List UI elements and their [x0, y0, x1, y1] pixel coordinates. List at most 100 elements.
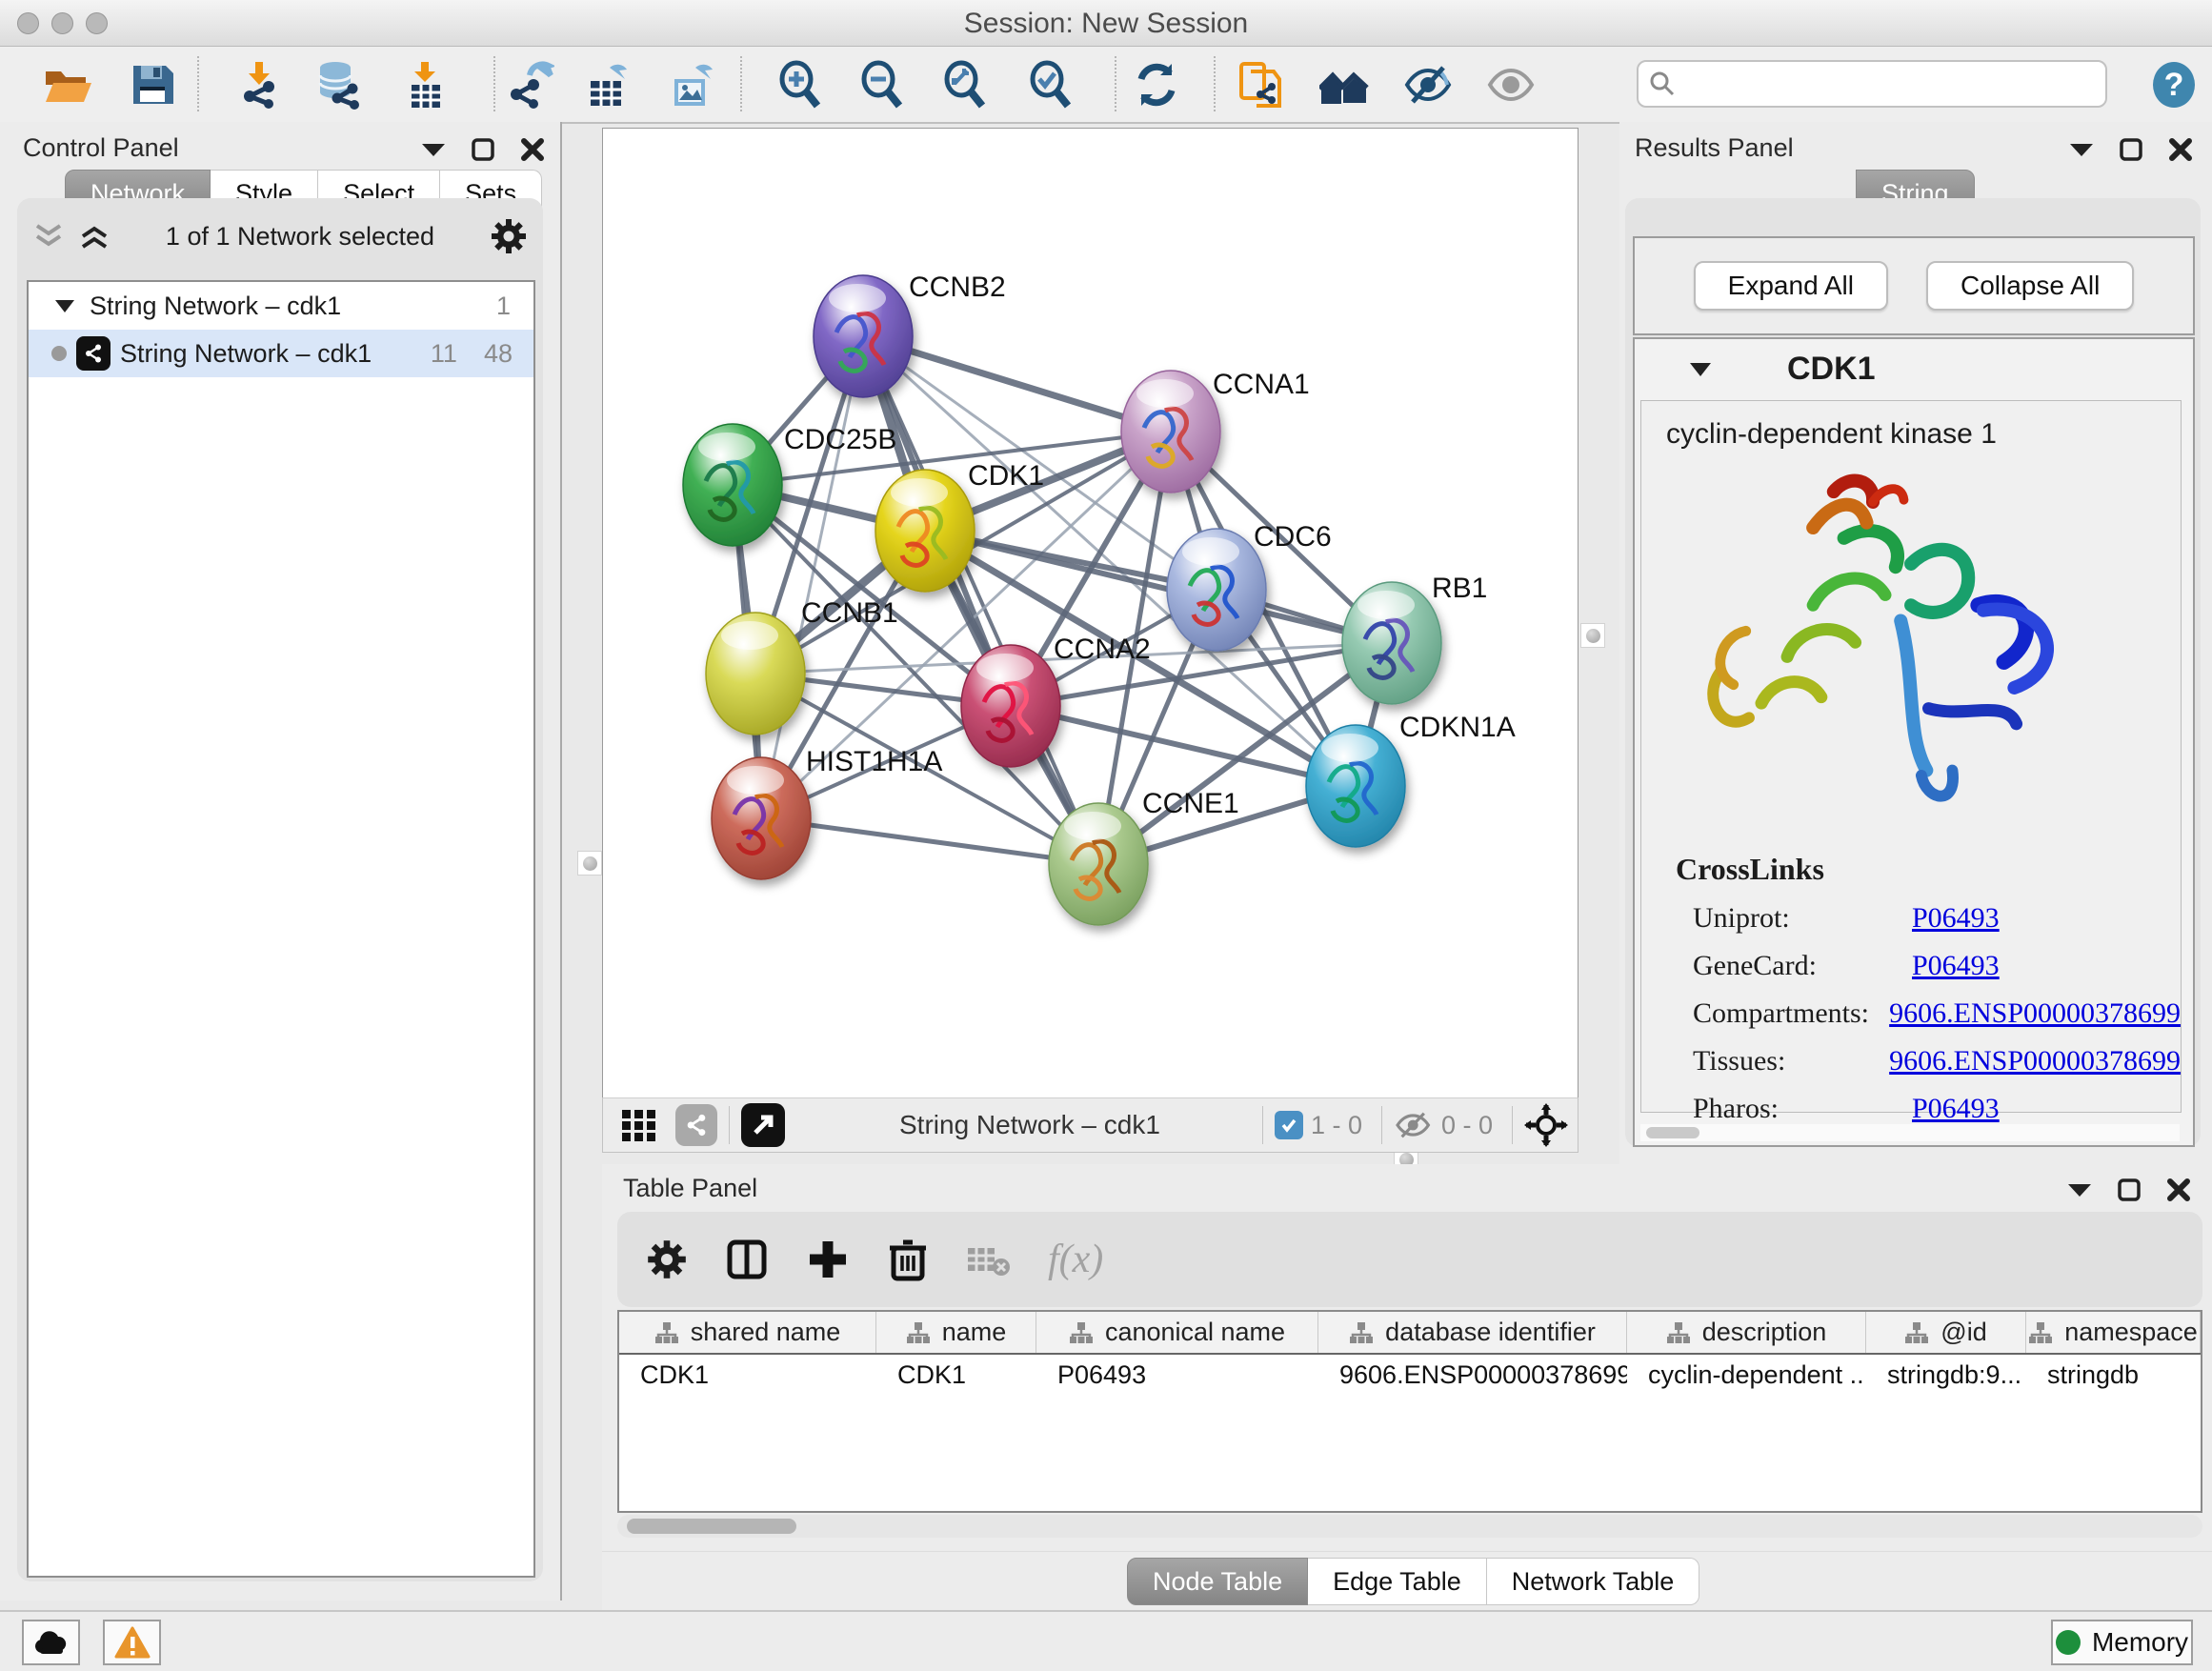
- network-edge-CCNA2-CDKN1A[interactable]: [1011, 706, 1356, 786]
- crosslink-link[interactable]: P06493: [1912, 1093, 2000, 1125]
- show-columns-icon[interactable]: [724, 1237, 770, 1282]
- float-panel-icon[interactable]: [2067, 1181, 2092, 1198]
- crosslink-row: Uniprot:P06493: [1676, 902, 2181, 935]
- selected-checkbox-icon[interactable]: [1275, 1111, 1303, 1139]
- table-cell[interactable]: P06493: [1036, 1355, 1318, 1395]
- maximize-panel-icon[interactable]: [2117, 1178, 2142, 1202]
- import-table-file-icon[interactable]: [400, 60, 450, 110]
- section-expanded-icon[interactable]: [1688, 359, 1713, 378]
- crosslink-link[interactable]: 9606.ENSP00000378699: [1889, 997, 2181, 1030]
- title-bar[interactable]: Session: New Session: [0, 0, 2212, 47]
- network-node-HIST1H1A[interactable]: HIST1H1A: [712, 746, 942, 879]
- close-panel-icon[interactable]: [2168, 137, 2193, 162]
- maximize-panel-icon[interactable]: [2119, 137, 2143, 162]
- expand-all-button[interactable]: Expand All: [1694, 261, 1888, 311]
- crosslink-link[interactable]: P06493: [1912, 902, 2000, 935]
- help-icon[interactable]: ?: [2149, 60, 2199, 110]
- network-node-CCNE1[interactable]: CCNE1: [1049, 788, 1239, 925]
- table-cell[interactable]: stringdb: [2026, 1355, 2201, 1395]
- network-node-RB1[interactable]: RB1: [1342, 573, 1487, 704]
- network-row[interactable]: String Network – cdk1 11 48: [29, 330, 533, 377]
- memory-label: Memory: [2092, 1627, 2188, 1658]
- string-view-icon[interactable]: [675, 1104, 717, 1146]
- create-column-icon[interactable]: [806, 1238, 850, 1281]
- network-canvas[interactable]: CCNB2CCNA1CDC25BCDK1CDC6RB1CCNB1CCNA2CDK…: [602, 128, 1579, 1099]
- open-session-icon[interactable]: [42, 60, 91, 110]
- network-node-CDKN1A[interactable]: CDKN1A: [1306, 712, 1516, 847]
- left-splitter-handle[interactable]: [577, 851, 602, 876]
- column-header-namespace[interactable]: namespace: [2026, 1312, 2201, 1353]
- column-header--id[interactable]: @id: [1866, 1312, 2026, 1353]
- network-node-CDK1[interactable]: CDK1: [875, 460, 1044, 592]
- zoom-out-icon[interactable]: [857, 60, 907, 110]
- birds-eye-view-icon[interactable]: [741, 1103, 785, 1147]
- export-table-icon[interactable]: [583, 60, 633, 110]
- table-cell[interactable]: CDK1: [876, 1355, 1036, 1395]
- zoom-in-icon[interactable]: [775, 60, 825, 110]
- column-header-description[interactable]: description: [1627, 1312, 1866, 1353]
- refresh-icon[interactable]: [1132, 60, 1181, 110]
- gene-name: CDK1: [1787, 351, 1876, 388]
- import-network-file-icon[interactable]: [234, 60, 284, 110]
- column-type-icon: [1904, 1321, 1929, 1344]
- table-cell[interactable]: CDK1: [619, 1355, 876, 1395]
- collapse-all-icon[interactable]: [32, 222, 65, 251]
- column-header-database-identifier[interactable]: database identifier: [1318, 1312, 1627, 1353]
- right-splitter-handle[interactable]: [1580, 623, 1605, 648]
- column-header-label: @id: [1941, 1318, 1986, 1347]
- zoom-fit-icon[interactable]: [940, 60, 990, 110]
- tree-expanded-icon[interactable]: [53, 297, 76, 314]
- zoom-selected-icon[interactable]: [1026, 60, 1076, 110]
- fit-content-crosshair-icon[interactable]: [1524, 1103, 1568, 1147]
- node-table[interactable]: shared namenamecanonical namedatabase id…: [617, 1310, 2202, 1513]
- memory-button[interactable]: Memory: [2051, 1620, 2193, 1665]
- export-network-icon[interactable]: [505, 60, 554, 110]
- table-cell[interactable]: 9606.ENSP00000378699: [1318, 1355, 1627, 1395]
- network-node-CCNB1[interactable]: CCNB1: [706, 597, 898, 735]
- cloud-status-button[interactable]: [22, 1620, 80, 1665]
- gene-section-header[interactable]: CDK1: [1635, 339, 2193, 398]
- tab-network-table[interactable]: Network Table: [1487, 1558, 1700, 1605]
- show-all-icon[interactable]: [1486, 60, 1536, 110]
- save-session-icon[interactable]: [128, 60, 177, 110]
- table-row[interactable]: CDK1CDK1P064939606.ENSP00000378699cyclin…: [619, 1355, 2201, 1395]
- float-panel-icon[interactable]: [421, 141, 446, 158]
- network-node-CDC6[interactable]: CDC6: [1167, 521, 1332, 651]
- network-edge-HIST1H1A-CCNE1[interactable]: [761, 818, 1098, 864]
- network-collection-row[interactable]: String Network – cdk1 1: [29, 282, 533, 330]
- hidden-eye-icon[interactable]: [1394, 1109, 1434, 1141]
- close-panel-icon[interactable]: [520, 137, 545, 162]
- table-cell[interactable]: cyclin-dependent ...: [1627, 1355, 1866, 1395]
- snapshot-icon[interactable]: [1236, 60, 1285, 110]
- table-options-gear-icon[interactable]: [646, 1238, 688, 1280]
- crosslink-link[interactable]: P06493: [1912, 950, 2000, 982]
- import-network-database-icon[interactable]: [314, 60, 364, 110]
- hide-selected-icon[interactable]: [1403, 60, 1453, 110]
- tab-node-table[interactable]: Node Table: [1127, 1558, 1308, 1605]
- collapse-all-button[interactable]: Collapse All: [1926, 261, 2134, 311]
- delete-column-icon[interactable]: [886, 1237, 930, 1282]
- tab-edge-table[interactable]: Edge Table: [1308, 1558, 1487, 1605]
- float-panel-icon[interactable]: [2069, 141, 2094, 158]
- grid-view-icon[interactable]: [618, 1106, 662, 1144]
- maximize-panel-icon[interactable]: [471, 137, 495, 162]
- results-horizontal-scrollbar[interactable]: [1640, 1124, 2180, 1141]
- crosslink-row: Tissues:9606.ENSP00000378699: [1676, 1045, 2181, 1077]
- close-panel-icon[interactable]: [2166, 1178, 2191, 1202]
- column-header-name[interactable]: name: [876, 1312, 1036, 1353]
- column-header-canonical-name[interactable]: canonical name: [1036, 1312, 1318, 1353]
- network-graph[interactable]: CCNB2CCNA1CDC25BCDK1CDC6RB1CCNB1CCNA2CDK…: [603, 129, 1578, 1098]
- warnings-button[interactable]: [103, 1620, 161, 1665]
- crosslink-link[interactable]: 9606.ENSP00000378699: [1889, 1045, 2181, 1077]
- network-node-CCNA2[interactable]: CCNA2: [961, 634, 1151, 767]
- first-neighbors-icon[interactable]: [1319, 60, 1369, 110]
- table-horizontal-scrollbar[interactable]: [617, 1515, 2202, 1538]
- column-header-shared-name[interactable]: shared name: [619, 1312, 876, 1353]
- export-image-icon[interactable]: [667, 60, 716, 110]
- table-cell[interactable]: stringdb:9...: [1866, 1355, 2026, 1395]
- network-edge-CCNB2-CCNE1[interactable]: [863, 336, 1098, 864]
- network-options-gear-icon[interactable]: [490, 217, 528, 255]
- search-input[interactable]: [1686, 69, 2105, 100]
- search-field[interactable]: [1637, 60, 2107, 108]
- expand-all-icon[interactable]: [78, 222, 111, 251]
